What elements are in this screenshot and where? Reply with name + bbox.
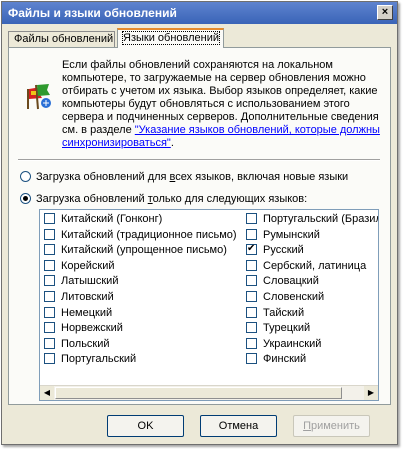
tab-update-files[interactable]: Файлы обновлений: [8, 31, 115, 47]
language-item[interactable]: Словенский: [246, 290, 378, 306]
checkbox[interactable]: [44, 228, 55, 240]
checkbox[interactable]: [44, 259, 55, 271]
language-item[interactable]: Корейский: [44, 259, 244, 275]
checkbox[interactable]: [246, 306, 257, 318]
language-item[interactable]: Португальский: [44, 352, 244, 368]
checkbox[interactable]: [44, 306, 55, 318]
separator: [18, 159, 380, 161]
language-item[interactable]: Латышский: [44, 274, 244, 290]
apply-button[interactable]: Применить: [293, 415, 370, 437]
radio-all-languages-indicator[interactable]: [20, 171, 31, 182]
checkbox[interactable]: [44, 244, 55, 256]
scrollbar-thumb[interactable]: [55, 387, 342, 399]
dialog-window: Файлы и языки обновлений × Файлы обновле…: [1, 1, 398, 445]
language-item[interactable]: Норвежский: [44, 321, 244, 337]
checkbox[interactable]: [246, 259, 257, 271]
flags-icon: [27, 84, 51, 110]
language-item[interactable]: Китайский (упрощенное письмо): [44, 243, 244, 259]
checkbox[interactable]: [246, 290, 257, 302]
scroll-right-icon[interactable]: ▶: [364, 386, 378, 400]
ok-button[interactable]: OK: [107, 415, 184, 437]
radio-all-languages-label: Загрузка обновлений для всех языков, вкл…: [36, 171, 349, 183]
tab-update-languages[interactable]: Языки обновлений: [117, 28, 224, 48]
checkbox[interactable]: [246, 228, 257, 240]
cancel-button[interactable]: Отмена: [200, 415, 277, 437]
language-item[interactable]: Украинский: [246, 337, 378, 353]
language-item[interactable]: Турецкий: [246, 321, 378, 337]
title-bar[interactable]: Файлы и языки обновлений ×: [2, 2, 397, 24]
checkbox[interactable]: [246, 353, 257, 365]
info-suffix: .: [170, 137, 174, 149]
language-item[interactable]: Немецкий: [44, 306, 244, 322]
language-item[interactable]: Финский: [246, 352, 378, 368]
close-button[interactable]: ×: [377, 5, 393, 20]
language-item-russian[interactable]: Русский: [246, 243, 378, 259]
languages-column-1: Китайский (Гонконг) Китайский (традицион…: [44, 212, 244, 368]
tab-update-languages-label: Языки обновлений: [121, 31, 221, 45]
checkbox[interactable]: [44, 322, 55, 334]
checkbox-checked[interactable]: [246, 243, 257, 256]
checkbox[interactable]: [246, 275, 257, 287]
checkbox[interactable]: [44, 213, 55, 224]
radio-only-languages-label: Загрузка обновлений только для следующих…: [36, 193, 308, 205]
tab-update-files-label: Файлы обновлений: [14, 33, 114, 45]
radio-only-languages[interactable]: Загрузка обновлений только для следующих…: [20, 192, 307, 206]
languages-column-2: Португальский (Бразилия) Румынский Русск…: [246, 212, 378, 368]
checkbox[interactable]: [44, 290, 55, 302]
language-item[interactable]: Польский: [44, 337, 244, 353]
horizontal-scrollbar[interactable]: ◀ ▶: [40, 385, 378, 400]
checkbox[interactable]: [246, 337, 257, 349]
info-description: Если файлы обновлений сохраняются на лок…: [62, 59, 382, 150]
checkbox[interactable]: [44, 353, 55, 365]
scroll-left-icon[interactable]: ◀: [40, 386, 54, 400]
radio-all-languages[interactable]: Загрузка обновлений для всех языков, вкл…: [20, 170, 348, 184]
language-item[interactable]: Румынский: [246, 228, 378, 244]
language-item[interactable]: Китайский (Гонконг): [44, 212, 244, 228]
language-item[interactable]: Литовский: [44, 290, 244, 306]
checkbox[interactable]: [44, 337, 55, 349]
languages-panel: Если файлы обновлений сохраняются на лок…: [8, 47, 391, 405]
language-item[interactable]: Португальский (Бразилия): [246, 212, 378, 228]
languages-listbox[interactable]: Китайский (Гонконг) Китайский (традицион…: [39, 209, 379, 401]
checkbox[interactable]: [246, 213, 257, 224]
checkbox[interactable]: [246, 322, 257, 334]
window-title: Файлы и языки обновлений: [8, 6, 177, 20]
radio-only-languages-indicator[interactable]: [20, 193, 31, 204]
checkbox[interactable]: [44, 275, 55, 287]
language-item[interactable]: Сербский, латиница: [246, 259, 378, 275]
language-item[interactable]: Словацкий: [246, 274, 378, 290]
language-item[interactable]: Тайский: [246, 306, 378, 322]
language-item[interactable]: Китайский (традиционное письмо): [44, 228, 244, 244]
